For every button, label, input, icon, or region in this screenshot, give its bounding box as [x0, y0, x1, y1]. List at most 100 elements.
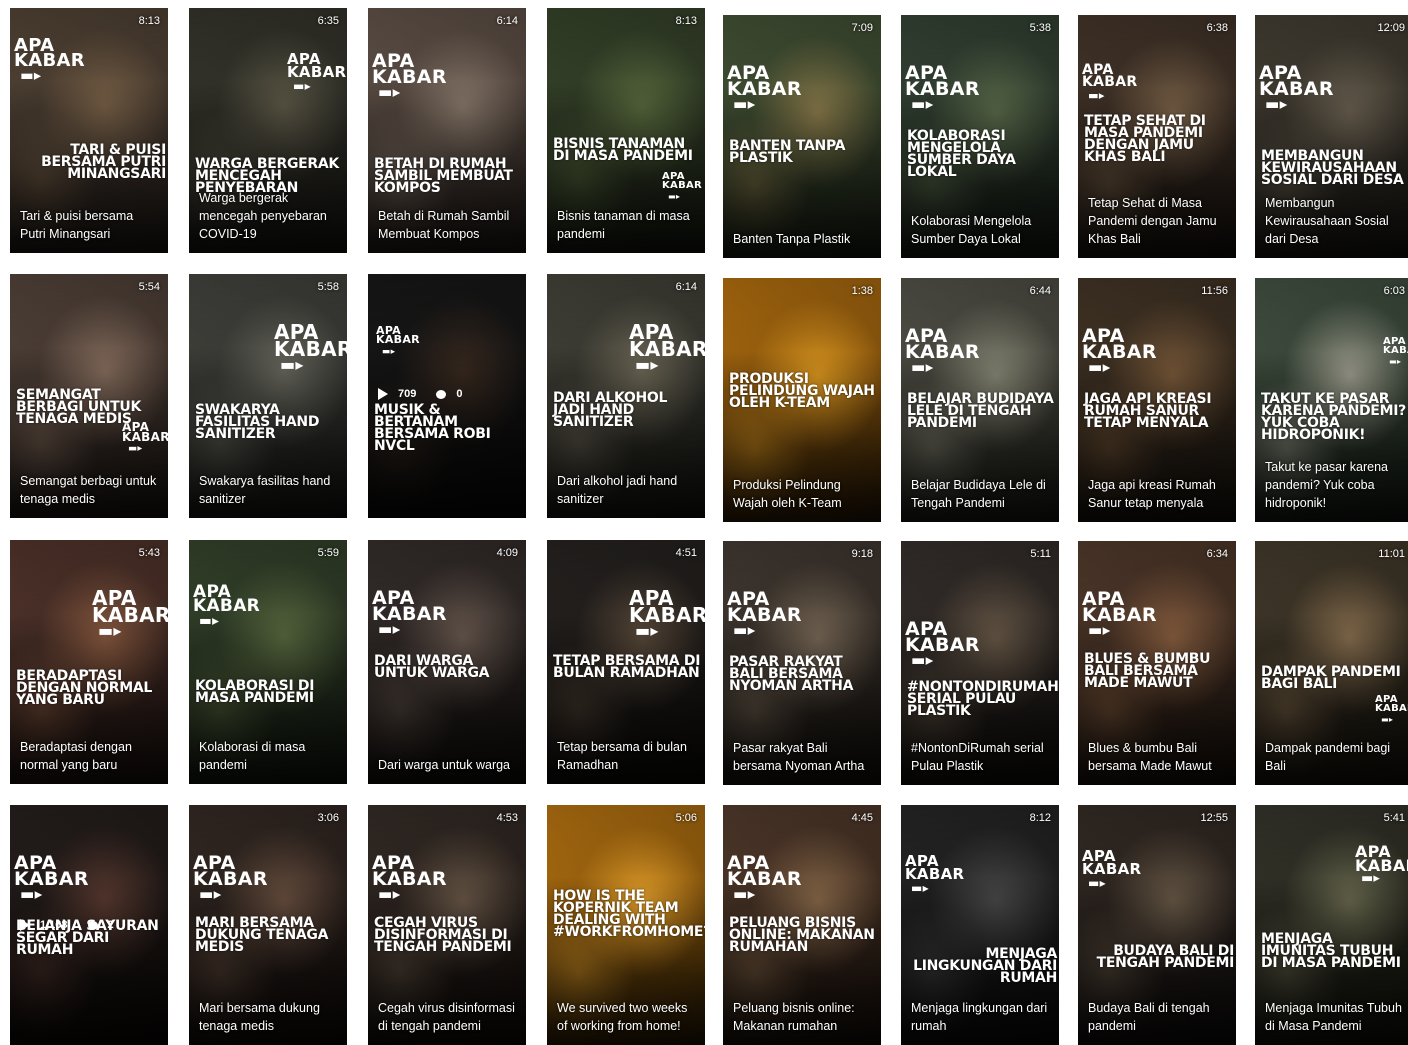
- video-caption: Warga bergerak mencegah penyebaran COVID…: [199, 191, 327, 241]
- video-headline: KOLABORASI MENGELOLA SUMBER DAYA LOKAL: [907, 128, 1016, 180]
- video-headline: BELAJAR BUDIDAYA LELE DI TENGAH PANDEMI: [907, 391, 1054, 431]
- apa-kabar-logo: APAKABAR▬▸: [1259, 62, 1334, 114]
- video-caption: Semangat berbagi untuk tenaga medis: [20, 474, 157, 506]
- video-caption: Produksi Pelindung Wajah oleh K-Team: [733, 478, 842, 510]
- video-caption: Beradaptasi dengan normal yang baru: [20, 740, 132, 772]
- comment-count: 0: [456, 388, 463, 400]
- apa-kabar-logo: APAKABAR▬▸: [122, 420, 168, 455]
- video-caption: Membangun Kewirausahaan Sosial dari Desa: [1265, 196, 1389, 246]
- play-icon: [378, 388, 388, 401]
- video-headline: BERADAPTASI DENGAN NORMAL YANG BARU: [16, 668, 153, 708]
- video-caption: Mari bersama dukung tenaga medis: [199, 1001, 320, 1033]
- video-headline: SWAKARYA FASILITAS HAND SANITIZER: [195, 402, 320, 442]
- bali-island-icon: ▬▸: [668, 192, 681, 201]
- video-headline: PASAR RAKYAT BALI BERSAMA NYOMAN ARTHA: [729, 654, 854, 694]
- video-headline: BISNIS TANAMAN DI MASA PANDEMI: [553, 136, 693, 164]
- apa-kabar-logo: APAKABAR▬▸: [1355, 844, 1408, 886]
- video-caption: Blues & bumbu Bali bersama Made Mawut: [1088, 741, 1212, 773]
- video-caption: Tari & puisi bersama Putri Minangsari: [20, 209, 134, 241]
- video-tile[interactable]: 5:38 APA KABAR ▬▸ KOLABORASI MENGELOLA SUMBE…: [901, 15, 1059, 258]
- video-tile[interactable]: 4:45 APA KABAR ▬▸ PELUANG BISNIS ONLINE: MAK…: [723, 805, 881, 1045]
- video-tile[interactable]: 7:09 APA KABAR ▬▸ BANTEN TANPA PLASTIK Banten…: [723, 15, 881, 258]
- comment-icon: [436, 389, 447, 399]
- bali-island-icon: ▬▸: [199, 612, 220, 629]
- apa-kabar-logo: APAKABAR▬▸: [376, 324, 420, 357]
- video-tile[interactable]: 4:53 APA KABAR ▬▸ CEGAH VIRUS DISINFORMASI D…: [368, 805, 526, 1045]
- comment-icon: [87, 920, 98, 930]
- video-tile[interactable]: 4:51 APA KABAR ▬▸ TETAP BERSAMA DI BULAN RAM…: [547, 540, 705, 784]
- video-tile[interactable]: APA KABAR ▬▸ MUSIK & BERTANAM BERSAMA ROBI …: [368, 274, 526, 518]
- video-caption: Swakarya fasilitas hand sanitizer: [199, 474, 331, 506]
- apa-kabar-logo: APAKABAR▬▸: [287, 50, 347, 93]
- video-headline: BLUES & BUMBU BALI BERSAMA MADE MAWUT: [1084, 651, 1211, 691]
- apa-kabar-logo: APAKABAR▬▸: [629, 322, 705, 373]
- video-duration: 1:38: [851, 285, 873, 297]
- video-caption: Dampak pandemi bagi Bali: [1265, 741, 1391, 773]
- video-tile[interactable]: 6:14 APA KABAR ▬▸ BETAH DI RUMAH SAMBIL MEMB…: [368, 8, 526, 253]
- video-tile[interactable]: 5:11 APA KABAR ▬▸ #NONTONDIRUMAH SERIAL PULA…: [901, 541, 1059, 785]
- video-tile[interactable]: 6:34 APA KABAR ▬▸ BLUES & BUMBU BALI BERSAMA…: [1078, 541, 1236, 785]
- video-tile[interactable]: 11:56 APA KABAR ▬▸ JAGA API KREASI RUMAH SAN…: [1078, 278, 1236, 522]
- video-tile[interactable]: 6:44 APA KABAR ▬▸ BELAJAR BUDIDAYA LELE DI T…: [901, 278, 1059, 522]
- video-duration: 5:59: [317, 547, 339, 559]
- video-tile[interactable]: 5:58 APA KABAR ▬▸ SWAKARYA FASILITAS HAND SA…: [189, 274, 347, 518]
- apa-kabar-logo: APAKABAR▬▸: [372, 587, 447, 639]
- video-headline: KOLABORASI DI MASA PANDEMI: [195, 678, 315, 706]
- video-headline: DARI WARGA UNTUK WARGA: [374, 653, 490, 681]
- video-caption: We survived two weeks of working from ho…: [557, 1001, 688, 1033]
- video-tile[interactable]: 8:13 APA KABAR ▬▸ TARI & PUISI BERSAMA PUTRI…: [10, 8, 168, 253]
- video-duration: 5:38: [1029, 22, 1051, 34]
- apa-kabar-logo: APAKABAR▬▸: [662, 172, 702, 204]
- video-headline: MENJAGA IMUNITAS TUBUH DI MASA PANDEMI: [1261, 931, 1401, 971]
- apa-kabar-logo: APAKABAR▬▸: [629, 588, 705, 639]
- video-tile[interactable]: 5:54 APA KABAR ▬▸ SEMANGAT BERBAGI UNTUK TEN…: [10, 274, 168, 518]
- video-tile[interactable]: 4:09 APA KABAR ▬▸ DARI WARGA UNTUK WARGA Dari…: [368, 540, 526, 784]
- video-tile[interactable]: 9:18 APA KABAR ▬▸ PASAR RAKYAT BALI BERSAMA …: [723, 541, 881, 785]
- video-caption: Menjaga Imunitas Tubuh di Masa Pandemi: [1265, 1001, 1402, 1033]
- video-headline: CEGAH VIRUS DISINFORMASI DI TENGAH PANDE…: [374, 915, 512, 955]
- video-tile[interactable]: 5:41 APAKABAR▬▸ MENJAGA IMUNITAS TUBUH DI …: [1255, 805, 1408, 1045]
- video-headline: MENJAGA LINGKUNGAN DARI RUMAH: [913, 946, 1057, 986]
- video-tile[interactable]: 3:06 APA KABAR ▬▸ MARI BERSAMA DUKUNG TENAGA…: [189, 805, 347, 1045]
- bali-island-icon: ▬▸: [382, 346, 396, 357]
- video-tile[interactable]: 11:01 APAKABAR▬▸ DAMPAK PANDEMI BAGI BALI D…: [1255, 541, 1408, 785]
- video-tile[interactable]: 6:14 APA KABAR ▬▸ DARI ALKOHOL JADI HAND SAN…: [547, 274, 705, 518]
- bali-island-icon: ▬▸: [1381, 715, 1394, 724]
- video-tile[interactable]: 5:06 HOW IS THE KOPERNIK TEAM DEALING WIT…: [547, 805, 705, 1045]
- video-duration: 5:41: [1383, 812, 1405, 824]
- video-headline: #NONTONDIRUMAH SERIAL PULAU PLASTIK: [907, 679, 1059, 719]
- video-tile[interactable]: 6:38 APA KABAR ▬▸ TETAP SEHAT DI MASA PANDEM…: [1078, 15, 1236, 258]
- apa-kabar-logo: APAKABAR▬▸: [14, 35, 85, 84]
- video-tile[interactable]: APA KABAR ▬▸ BELANJA SAYURAN SEGAR DARI RUM…: [10, 805, 168, 1045]
- video-duration: 5:58: [317, 281, 339, 293]
- video-tile[interactable]: 12:09 APA KABAR ▬▸ MEMBANGUN KEWIRAUSAHAAN S…: [1255, 15, 1408, 258]
- video-tile[interactable]: 5:43 APA KABAR ▬▸ BERADAPTASI DENGAN NORMAL …: [10, 540, 168, 784]
- apa-kabar-logo: APAKABAR▬▸: [1383, 337, 1408, 369]
- video-tile[interactable]: 8:12 APA KABAR ▬▸ MENJAGA LINGKUNGAN DARI RU…: [901, 805, 1059, 1045]
- video-tile[interactable]: 6:35 APA KABAR ▬▸ WARGA BERGERAK MENCEGAH PE…: [189, 8, 347, 253]
- video-caption: Jaga api kreasi Rumah Sanur tetap menyal…: [1088, 478, 1216, 510]
- video-caption: Dari warga untuk warga: [378, 758, 511, 772]
- comment-count: 2: [107, 919, 114, 931]
- video-caption: Cegah virus disinformasi di tengah pande…: [378, 1001, 515, 1033]
- video-tile[interactable]: 6:03 APAKABAR▬▸ TAKUT KE PASAR KARENA PAND…: [1255, 278, 1408, 522]
- apa-kabar-logo: APAKABAR▬▸: [193, 582, 261, 629]
- video-caption: Betah di Rumah Sambil Membuat Kompos: [378, 209, 510, 241]
- video-duration: 6:35: [317, 15, 339, 27]
- video-caption: Takut ke pasar karena pandemi? Yuk coba …: [1265, 460, 1388, 510]
- video-headline: PRODUKSI PELINDUNG WAJAH OLEH K-TEAM: [729, 371, 875, 411]
- video-tile[interactable]: 5:59 APA KABAR ▬▸ KOLABORASI DI MASA PANDEMI…: [189, 540, 347, 784]
- video-tile[interactable]: 12:55 APA KABAR ▬▸ BUDAYA BALI DI TENGAH PAN…: [1078, 805, 1236, 1045]
- video-tile[interactable]: 8:13 APA KABAR ▬▸ BISNIS TANAMAN DI MASA PAN…: [547, 8, 705, 253]
- video-caption: Peluang bisnis online: Makanan rumahan: [733, 1001, 855, 1033]
- video-headline: MUSIK & BERTANAM BERSAMA ROBI NVCL: [374, 402, 491, 454]
- video-stats: 1,168 2: [20, 919, 134, 932]
- apa-kabar-logo: APAKABAR▬▸: [727, 62, 802, 114]
- video-caption: Tetap Sehat di Masa Pandemi dengan Jamu …: [1088, 196, 1217, 246]
- video-tile[interactable]: 1:38 PRODUKSI PELINDUNG WAJAH OLEH K-TEAM…: [723, 278, 881, 522]
- apa-kabar-logo: APAKABAR▬▸: [274, 322, 347, 373]
- video-headline: BETAH DI RUMAH SAMBIL MEMBUAT KOMPOS: [374, 156, 513, 196]
- bali-island-icon: ▬▸: [1389, 357, 1402, 366]
- video-duration: 12:55: [1200, 812, 1228, 824]
- view-count: 709: [398, 388, 417, 400]
